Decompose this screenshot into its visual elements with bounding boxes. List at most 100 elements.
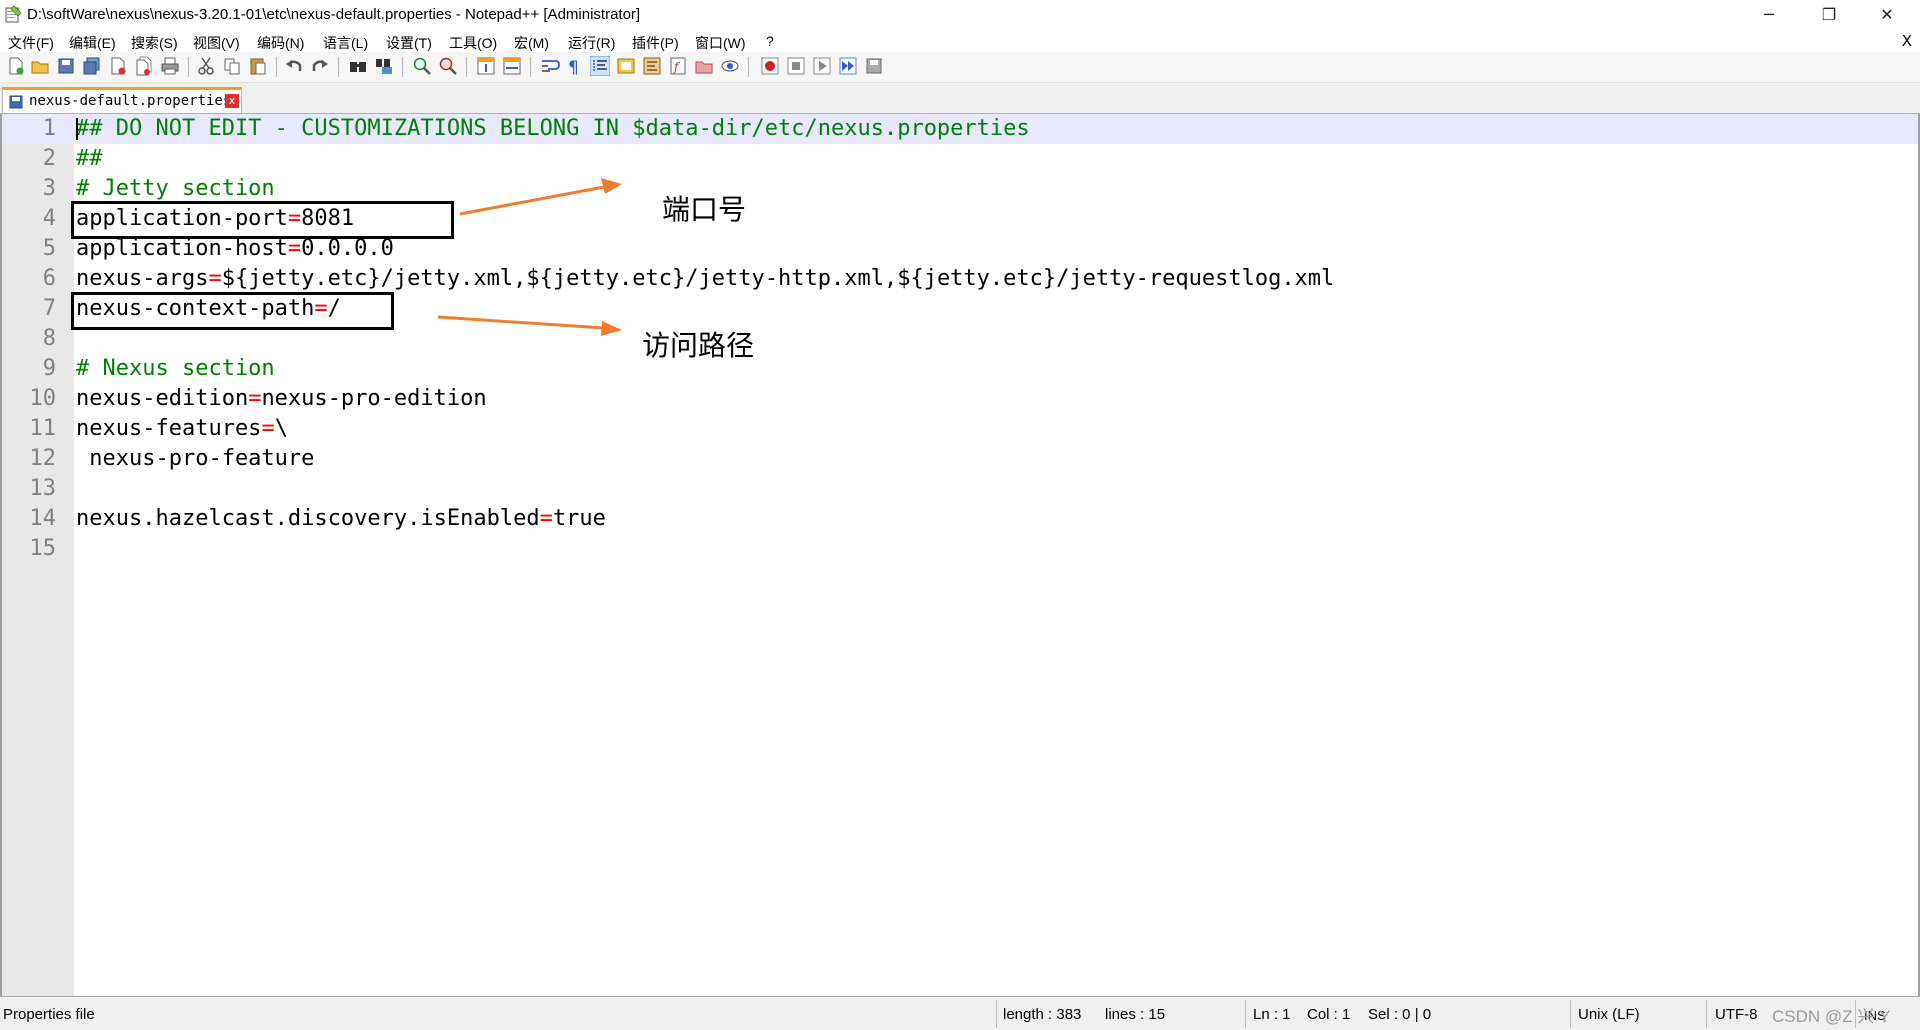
token-op: =	[261, 416, 275, 441]
code-line[interactable]: 15	[2, 534, 1918, 564]
annotation-arrows	[437, 178, 622, 336]
status-ln: Ln : 1	[1253, 1006, 1291, 1023]
minimize-button[interactable]: ─	[1740, 0, 1798, 30]
editor[interactable]: 1 ## DO NOT EDIT - CUSTOMIZATIONS BELONG …	[0, 114, 1920, 997]
port-arrow-head	[601, 178, 622, 194]
window-title: D:\softWare\nexus\nexus-3.20.1-01\etc\ne…	[27, 6, 641, 23]
close-window-button[interactable]: ✕	[1858, 0, 1916, 30]
toolbar: ¶ f	[0, 52, 1920, 83]
zoom-out-icon[interactable]	[438, 56, 458, 76]
title-bar: D:\softWare\nexus\nexus-3.20.1-01\etc\ne…	[0, 0, 1920, 30]
status-length: length : 383	[1003, 1006, 1082, 1023]
menu-language[interactable]: 语言(L)	[323, 33, 368, 53]
toolbar-separator	[748, 57, 749, 77]
tab-bar: nexus-default.properties x	[0, 83, 1920, 114]
open-file-icon[interactable]	[30, 56, 50, 76]
close-all-icon[interactable]	[134, 56, 154, 76]
code-line[interactable]: 14 nexus.hazelcast.discovery.isEnabled=tr…	[2, 504, 1918, 534]
menu-macro[interactable]: 宏(M)	[514, 33, 549, 53]
language-icon[interactable]	[616, 56, 636, 76]
token-key: nexus-features	[76, 416, 262, 441]
svg-text:¶: ¶	[568, 58, 579, 76]
function-list-icon[interactable]: f	[668, 56, 688, 76]
path-arrow	[437, 315, 605, 330]
menu-view[interactable]: 视图(V)	[193, 33, 240, 53]
tab-close-icon[interactable]: x	[225, 94, 239, 108]
close-icon[interactable]	[108, 56, 128, 76]
menu-settings[interactable]: 设置(T)	[386, 33, 432, 53]
record-macro-icon[interactable]	[760, 56, 780, 76]
new-file-icon[interactable]	[6, 56, 26, 76]
status-col: Col : 1	[1307, 1006, 1351, 1023]
tab-label: nexus-default.properties	[29, 93, 232, 109]
document-map-icon[interactable]	[642, 56, 662, 76]
status-file-type: Properties file	[3, 1006, 95, 1023]
undo-icon[interactable]	[284, 56, 304, 76]
print-icon[interactable]	[160, 56, 180, 76]
code-line[interactable]: 12 nexus-pro-feature	[2, 444, 1918, 474]
run-multiple-icon[interactable]	[838, 56, 858, 76]
line-code: nexus.hazelcast.discovery.isEnabled=true	[76, 504, 606, 534]
status-eol: Unix (LF)	[1578, 1006, 1640, 1023]
menu-run[interactable]: 运行(R)	[568, 33, 615, 53]
menu-edit[interactable]: 编辑(E)	[69, 33, 116, 53]
menu-window[interactable]: 窗口(W)	[695, 33, 746, 53]
menu-tools[interactable]: 工具(O)	[449, 33, 497, 53]
token-val: true	[552, 506, 606, 531]
show-all-chars-icon[interactable]: ¶	[564, 56, 584, 76]
save-all-icon[interactable]	[82, 56, 102, 76]
status-separator	[1706, 1000, 1707, 1028]
menu-plugins[interactable]: 插件(P)	[632, 33, 679, 53]
cut-icon[interactable]	[196, 56, 216, 76]
toolbar-separator	[338, 57, 339, 77]
menu-search[interactable]: 搜索(S)	[131, 33, 178, 53]
stop-record-icon[interactable]	[786, 56, 806, 76]
token-op: =	[539, 506, 553, 531]
line-code: nexus-pro-feature	[76, 444, 314, 474]
zoom-in-icon[interactable]	[412, 56, 432, 76]
replace-icon[interactable]	[374, 56, 394, 76]
redo-icon[interactable]	[310, 56, 330, 76]
line-number: 14	[29, 506, 57, 531]
paste-icon[interactable]	[248, 56, 268, 76]
status-separator	[1570, 1000, 1571, 1028]
close-document-button[interactable]: X	[1902, 32, 1912, 50]
sync-horizontal-icon[interactable]	[502, 56, 522, 76]
toolbar-separator	[530, 57, 531, 77]
token-val: \	[274, 416, 288, 441]
token-val: nexus-pro-feature	[76, 446, 315, 471]
save-macro-icon[interactable]	[864, 56, 884, 76]
line-number: 12	[29, 446, 57, 471]
status-separator	[1245, 1000, 1246, 1028]
indent-guide-icon[interactable]	[590, 56, 610, 76]
play-macro-icon[interactable]	[812, 56, 832, 76]
copy-icon[interactable]	[222, 56, 242, 76]
line-code: nexus-features=\	[76, 414, 288, 444]
menu-help[interactable]: ?	[766, 33, 774, 49]
save-icon[interactable]	[56, 56, 76, 76]
word-wrap-icon[interactable]	[540, 56, 560, 76]
path-arrow-head	[601, 321, 622, 336]
code-line[interactable]: 11 nexus-features=\	[2, 414, 1918, 444]
restore-button[interactable]: ❐	[1800, 0, 1858, 30]
menu-file[interactable]: 文件(F)	[8, 33, 54, 53]
find-icon[interactable]	[348, 56, 368, 76]
token-key: nexus.hazelcast.discovery.isEnabled	[76, 506, 540, 531]
code-line[interactable]: 13	[2, 474, 1918, 504]
menu-encoding[interactable]: 编码(N)	[257, 33, 304, 53]
port-annotation: 端口号	[662, 193, 747, 226]
monitoring-icon[interactable]	[720, 56, 740, 76]
toolbar-separator	[188, 57, 189, 77]
path-annotation: 访问路径	[642, 329, 755, 362]
port-arrow	[459, 185, 605, 216]
tab-nexus-default-properties[interactable]: nexus-default.properties x	[2, 87, 242, 113]
status-encoding: UTF-8	[1715, 1006, 1758, 1023]
folder-workspace-icon[interactable]	[694, 56, 714, 76]
line-number: 13	[29, 476, 57, 501]
toolbar-separator	[466, 57, 467, 77]
menu-bar: 文件(F) 编辑(E) 搜索(S) 视图(V) 编码(N) 语言(L) 设置(T…	[0, 30, 1920, 52]
sync-vertical-icon[interactable]	[476, 56, 496, 76]
status-bar: Properties file length : 383 lines : 15 …	[0, 998, 1920, 1030]
status-separator	[996, 1000, 997, 1028]
toolbar-separator	[402, 57, 403, 77]
